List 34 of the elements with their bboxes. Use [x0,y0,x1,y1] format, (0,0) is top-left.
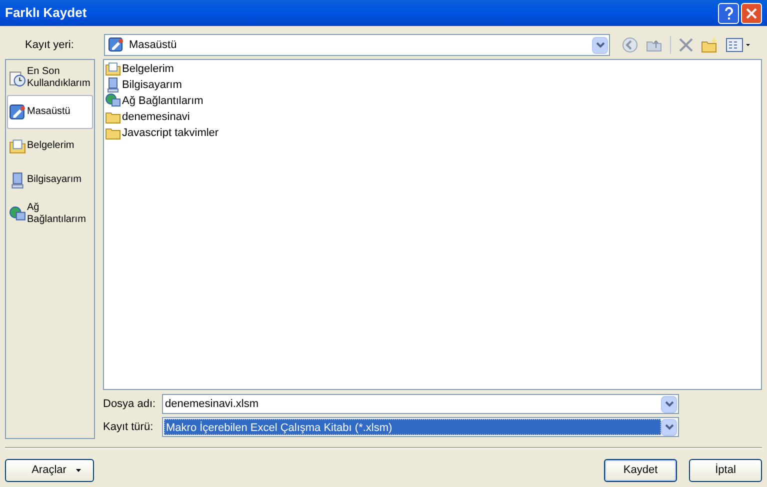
desktop-icon [9,104,26,120]
help-button[interactable] [718,2,739,24]
window-title: Farklı Kaydet [5,4,87,22]
file-type-label: Kayıt türü: [103,420,154,435]
places-item[interactable]: Belgelerim [7,129,93,163]
network-icon [105,93,121,109]
desktop-icon [108,37,124,53]
file-item[interactable]: denemesinavi [105,109,760,125]
view-menu-icon[interactable] [726,38,750,52]
places-item[interactable]: Bilgisayarım [7,163,93,197]
file-type-dropdown[interactable]: Makro İçerebilen Excel Çalışma Kitabı (*.xlsm) [162,417,679,437]
folder-icon [9,138,26,154]
file-item[interactable]: Belgelerim [105,61,760,77]
computer-icon [105,77,121,93]
file-item[interactable]: Bilgisayarım [105,77,760,93]
location-label: Kayıt yeri: [24,38,75,53]
file-name-field[interactable]: denemesinavi.xlsm [162,394,679,414]
clock-icon [9,70,26,86]
tools-button[interactable]: Araçlar [5,459,94,482]
caret-icon [76,469,82,472]
file-item[interactable]: Ağ Bağlantılarım [105,93,760,109]
places-item[interactable]: Ağ Bağlantılarım [7,197,93,231]
file-name-label: Dosya adı: [103,396,157,412]
location-dropdown[interactable]: Masaüstü [104,34,610,56]
save-button[interactable]: Kaydet [604,459,677,482]
question-mark-icon [724,6,734,20]
computer-icon [9,172,26,188]
network-icon [9,206,26,222]
close-icon [746,8,757,18]
close-button[interactable] [741,2,762,24]
places-item[interactable]: En Son Kullandıklarım [7,61,93,95]
places-item[interactable]: Masaüstü [7,95,93,129]
file-item[interactable]: Javascript takvimler [105,125,760,141]
cancel-button[interactable]: İptal [689,459,762,482]
